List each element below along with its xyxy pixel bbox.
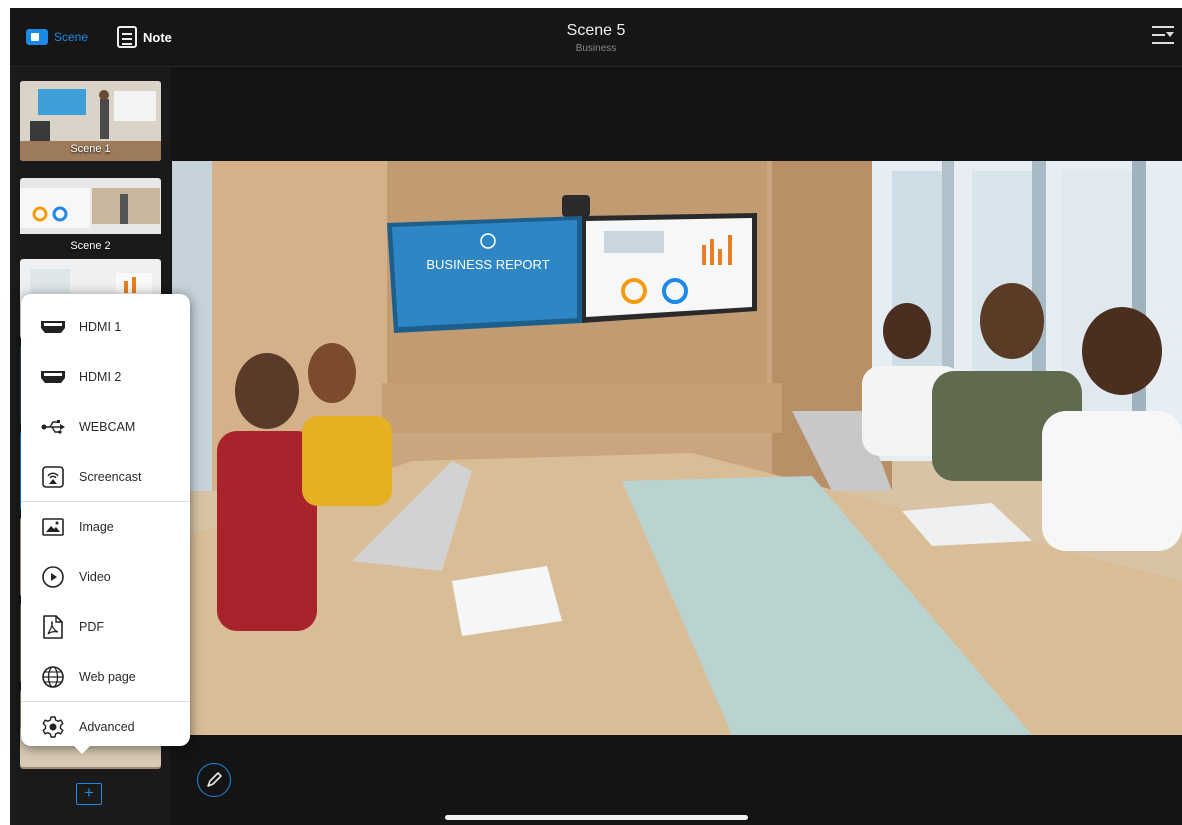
menu-item-screencast[interactable]: Screencast: [21, 452, 190, 502]
menu-item-label: WEBCAM: [79, 420, 136, 434]
menu-item-hdmi-2[interactable]: HDMI 2: [21, 352, 190, 402]
menu-item-label: Image: [79, 520, 114, 534]
menu-item-label: PDF: [79, 620, 104, 634]
usb-icon: [39, 413, 67, 441]
scene-thumbnail-label: Scene 2: [70, 240, 111, 252]
add-source-button[interactable]: +: [76, 783, 102, 805]
page-title: Scene 5: [566, 22, 626, 39]
annotate-pen-button[interactable]: [197, 763, 231, 797]
video-play-icon: [39, 563, 67, 591]
wall-screen-title: BUSINESS REPORT: [426, 257, 549, 272]
globe-icon: [39, 663, 67, 691]
meeting-room-image: BUSINESS REPORT: [172, 161, 1182, 735]
menu-item-label: Web page: [79, 670, 136, 684]
scene-thumbnail-2[interactable]: Scene 2: [20, 178, 161, 258]
menu-item-label: Video: [79, 570, 111, 584]
add-source-menu: HDMI 1 HDMI 2 WEBCAM Screencast Image Vi…: [21, 294, 190, 754]
menu-item-label: Screencast: [79, 470, 142, 484]
menu-item-label: HDMI 2: [79, 370, 122, 384]
menu-item-label: HDMI 1: [79, 320, 122, 334]
pen-icon: [206, 771, 222, 787]
menu-dropdown-icon[interactable]: [1152, 24, 1174, 46]
page-subtitle: Business: [575, 43, 617, 54]
pdf-icon: [39, 613, 67, 641]
menu-item-pdf[interactable]: PDF: [21, 602, 190, 652]
menu-item-webcam[interactable]: WEBCAM: [21, 402, 190, 452]
menu-item-hdmi-1[interactable]: HDMI 1: [21, 302, 190, 352]
menu-item-label: Advanced: [79, 720, 135, 734]
scene-title-block: Scene 5 Business: [10, 22, 1182, 54]
scene-preview[interactable]: BUSINESS REPORT: [172, 161, 1182, 735]
menu-item-video[interactable]: Video: [21, 552, 190, 602]
gear-icon: [39, 713, 67, 741]
hdmi-icon: [39, 363, 67, 391]
image-icon: [39, 513, 67, 541]
menu-item-web-page[interactable]: Web page: [21, 652, 190, 702]
menu-item-image[interactable]: Image: [21, 502, 190, 552]
hdmi-icon: [39, 313, 67, 341]
scene-thumbnail-label: Scene 1: [70, 143, 111, 155]
scene-thumbnail-1[interactable]: Scene 1: [20, 81, 161, 161]
screencast-icon: [39, 463, 67, 491]
menu-item-advanced[interactable]: Advanced: [21, 702, 190, 752]
home-indicator[interactable]: [445, 815, 748, 820]
top-bar: Scene Note Scene 5 Business: [10, 8, 1182, 67]
